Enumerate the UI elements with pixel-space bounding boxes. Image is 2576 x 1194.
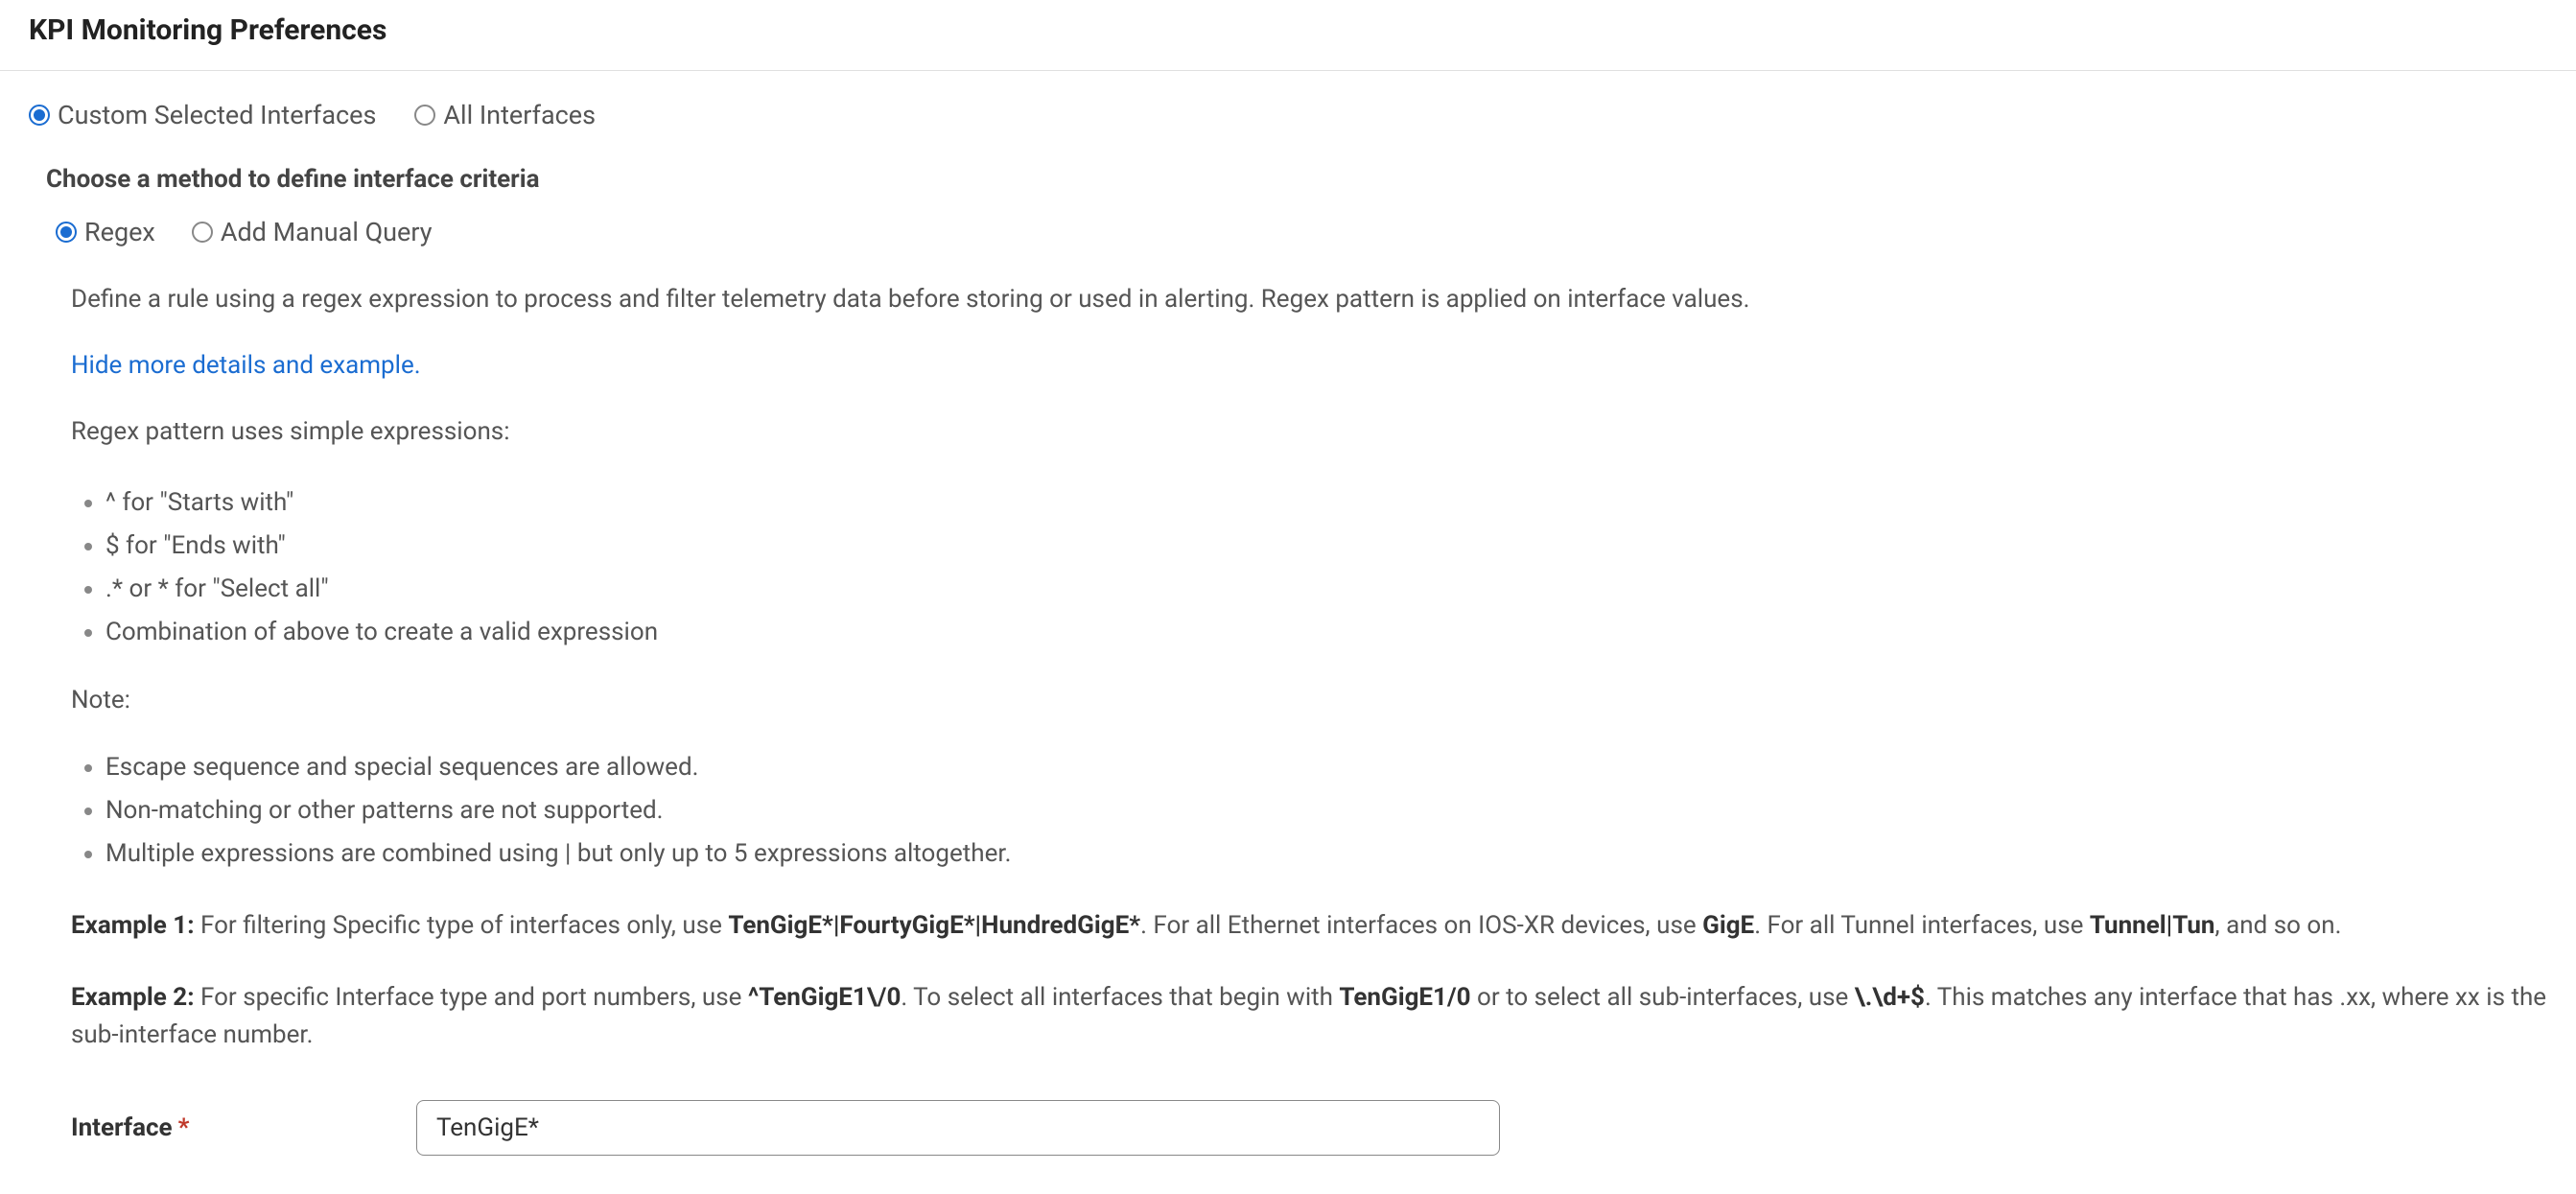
interface-field-row: Interface * (71, 1100, 2547, 1156)
list-item: $ for "Ends with" (105, 527, 2547, 565)
interface-regex-input[interactable] (416, 1100, 1500, 1156)
interface-field-label: Interface (71, 1113, 173, 1142)
radio-icon (29, 105, 50, 126)
example-label: Example 1: (71, 911, 195, 940)
regex-details-content: Define a rule using a regex expression t… (71, 282, 2547, 1156)
radio-custom-selected-interfaces[interactable]: Custom Selected Interfaces (29, 100, 376, 130)
example-1: Example 1: For filtering Specific type o… (71, 907, 2547, 945)
list-item: Multiple expressions are combined using … (105, 835, 2547, 873)
note-label: Note: (71, 686, 2547, 714)
radio-regex[interactable]: Regex (56, 217, 155, 247)
radio-add-manual-query[interactable]: Add Manual Query (192, 217, 433, 247)
page-title: KPI Monitoring Preferences (29, 13, 386, 47)
intro-text: Define a rule using a regex expression t… (71, 282, 2547, 316)
example-label: Example 2: (71, 983, 195, 1012)
radio-icon (56, 222, 77, 243)
radio-label: All Interfaces (443, 100, 596, 130)
interface-field-label-wrap: Interface * (71, 1113, 416, 1142)
interface-scope-radio-group: Custom Selected Interfaces All Interface… (29, 100, 2547, 130)
details-lead: Regex pattern uses simple expressions: (71, 414, 2547, 449)
radio-icon (192, 222, 213, 243)
example-2: Example 2: For specific Interface type a… (71, 979, 2547, 1054)
radio-all-interfaces[interactable]: All Interfaces (414, 100, 596, 130)
list-item: Non-matching or other patterns are not s… (105, 792, 2547, 830)
radio-label: Add Manual Query (221, 217, 433, 247)
list-item: Combination of above to create a valid e… (105, 614, 2547, 651)
preferences-body: Custom Selected Interfaces All Interface… (0, 71, 2576, 1156)
method-heading: Choose a method to define interface crit… (46, 165, 2547, 194)
regex-expression-list: ^ for "Starts with" $ for "Ends with" .*… (71, 484, 2547, 651)
list-item: .* or * for "Select all" (105, 571, 2547, 608)
required-marker: * (178, 1113, 190, 1142)
radio-label: Custom Selected Interfaces (58, 100, 376, 130)
page-header: KPI Monitoring Preferences (0, 0, 2576, 71)
note-list: Escape sequence and special sequences ar… (71, 749, 2547, 873)
list-item: ^ for "Starts with" (105, 484, 2547, 522)
hide-details-link[interactable]: Hide more details and example. (71, 351, 421, 380)
method-radio-group: Regex Add Manual Query (56, 217, 2547, 247)
list-item: Escape sequence and special sequences ar… (105, 749, 2547, 786)
radio-label: Regex (84, 217, 155, 247)
radio-icon (414, 105, 435, 126)
